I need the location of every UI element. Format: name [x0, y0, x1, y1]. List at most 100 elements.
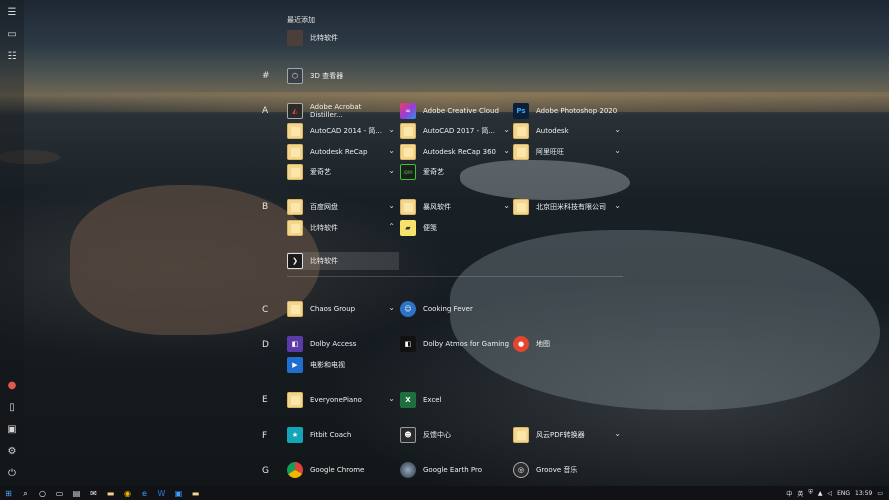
word-icon[interactable]: W [157, 489, 166, 498]
app-3d-viewer[interactable]: ⬡ 3D 查看器 [287, 67, 395, 85]
folder-bit-software[interactable]: 比特软件 ⌃ [287, 219, 395, 237]
chevron-down-icon[interactable]: ⌄ [614, 146, 621, 155]
app-fitbit-coach[interactable]: ★ Fitbit Coach [287, 426, 395, 444]
app-movies-tv[interactable]: ▶ 电影和电视 [287, 356, 395, 374]
app-taskbar-icon[interactable]: ▣ [174, 489, 183, 498]
search-icon[interactable]: ⌕ [21, 489, 30, 498]
hamburger-menu-icon[interactable]: ☰ [6, 7, 18, 19]
app-acrobat-distiller[interactable]: ◭ Adobe Acrobat Distiller... [287, 102, 395, 120]
app-label: 风云PDF转换器 [536, 431, 585, 439]
app-sticky-notes[interactable]: ▰ 便笺 [400, 219, 510, 237]
app-cooking-fever[interactable]: ☺ Cooking Fever [400, 300, 510, 318]
app-label: 地图 [536, 340, 550, 348]
app-label: 比特软件 [310, 257, 338, 265]
group-letter-b[interactable]: B [262, 202, 268, 212]
notification-icon[interactable]: ▭ [877, 490, 883, 497]
app-google-earth-pro[interactable]: Google Earth Pro [400, 461, 510, 479]
language-indicator[interactable]: ENG [837, 490, 850, 497]
chevron-down-icon[interactable]: ⌄ [503, 201, 510, 210]
group-letter-d[interactable]: D [262, 340, 269, 350]
pictures-icon[interactable]: ▣ [6, 424, 18, 436]
chevron-down-icon[interactable]: ⌄ [388, 201, 395, 210]
folder-autodesk[interactable]: Autodesk ⌄ [513, 122, 621, 140]
mail-icon[interactable]: ✉ [89, 489, 98, 498]
all-apps-list-icon[interactable]: ☷ [6, 51, 18, 63]
settings-gear-icon[interactable]: ⚙ [6, 446, 18, 458]
chevron-down-icon[interactable]: ⌄ [388, 166, 395, 175]
network-icon[interactable]: ▲ [818, 490, 823, 497]
power-icon[interactable]: ⏻ [6, 468, 18, 480]
group-letter-g[interactable]: G [262, 466, 269, 476]
folder-baidu-netdisk[interactable]: 百度网盘 ⌄ [287, 198, 395, 216]
app-label: Adobe Photoshop 2020 [536, 107, 618, 115]
folder-icon [287, 301, 303, 317]
chevron-down-icon[interactable]: ⌄ [388, 146, 395, 155]
folder-baofeng[interactable]: 暴风软件 ⌄ [400, 198, 510, 216]
volume-icon[interactable]: ◁ [827, 490, 832, 497]
folder-icon [287, 392, 303, 408]
chevron-down-icon[interactable]: ⌄ [614, 201, 621, 210]
chevron-down-icon[interactable]: ⌄ [503, 125, 510, 134]
folder-chaos-group[interactable]: Chaos Group ⌄ [287, 300, 395, 318]
documents-icon[interactable]: ▯ [6, 402, 18, 414]
edge-icon[interactable]: e [140, 489, 149, 498]
recent-item[interactable]: 比特软件 [287, 29, 395, 47]
ime-indicator[interactable]: 中 [786, 489, 792, 498]
tiles-view-icon[interactable]: ▭ [6, 29, 18, 41]
folder-beijing-tianmi[interactable]: 北京田米科技有限公司 ⌄ [513, 198, 621, 216]
task-view-icon[interactable]: ▭ [55, 489, 64, 498]
group-letter-c[interactable]: C [262, 305, 268, 315]
chevron-down-icon[interactable]: ⌄ [388, 394, 395, 403]
folder-aliwangwang[interactable]: 阿里旺旺 ⌄ [513, 143, 621, 161]
folder-taskbar-icon[interactable]: ▬ [191, 489, 200, 498]
app-photoshop[interactable]: Ps Adobe Photoshop 2020 [513, 102, 623, 120]
user-avatar-icon[interactable]: ● [6, 380, 18, 392]
dolby-atmos-icon: ◧ [400, 336, 416, 352]
group-letter-hash[interactable]: # [262, 71, 270, 81]
chevron-up-icon[interactable]: ⌃ [388, 222, 395, 231]
app-excel[interactable]: X Excel [400, 391, 510, 409]
folder-fengyun-pdf[interactable]: 风云PDF转换器 ⌄ [513, 426, 621, 444]
chrome-taskbar-icon[interactable]: ◉ [123, 489, 132, 498]
group-letter-a[interactable]: A [262, 106, 268, 116]
shield-icon[interactable]: ⛨ [808, 489, 813, 497]
group-letter-e[interactable]: E [262, 395, 268, 405]
folder-icon [400, 199, 416, 215]
folder-autodesk-recap[interactable]: Autodesk ReCap ⌄ [287, 143, 395, 161]
app-creative-cloud[interactable]: ∞ Adobe Creative Cloud [400, 102, 510, 120]
app-bit-software[interactable]: ❯ 比特软件 [287, 252, 399, 270]
chevron-down-icon[interactable]: ⌄ [614, 429, 621, 438]
app-iqiyi[interactable]: iQIYI 爱奇艺 [400, 163, 510, 181]
chevron-down-icon[interactable]: ⌄ [388, 125, 395, 134]
app-groove-music[interactable]: ◎ Groove 音乐 [513, 461, 621, 479]
ime-mode-indicator[interactable]: 英 [797, 489, 803, 498]
windows-start-icon[interactable]: ⊞ [4, 489, 13, 498]
chevron-down-icon[interactable]: ⌄ [614, 125, 621, 134]
app-maps[interactable]: ● 地图 [513, 335, 621, 353]
group-letter-f[interactable]: F [262, 431, 267, 441]
folder-iqiyi[interactable]: 爱奇艺 ⌄ [287, 163, 395, 181]
cortana-icon[interactable]: ○ [38, 489, 47, 498]
folder-autodesk-recap-360[interactable]: Autodesk ReCap 360 ⌄ [400, 143, 510, 161]
system-tray: 中 英 ⛨ ▲ ◁ ENG 13:59 ▭ [781, 486, 883, 500]
excel-icon: X [400, 392, 416, 408]
taskbar: ⊞ ⌕ ○ ▭ ▤ ✉ ▬ ◉ e W ▣ ▬ 中 英 ⛨ ▲ ◁ ENG 13… [0, 486, 889, 500]
clock-time[interactable]: 13:59 [855, 490, 872, 497]
app-feedback-hub[interactable]: ☻ 反馈中心 [400, 426, 510, 444]
app-google-chrome[interactable]: Google Chrome [287, 461, 395, 479]
feedback-hub-icon: ☻ [400, 427, 416, 443]
dolby-icon: ◧ [287, 336, 303, 352]
folder-autocad-2014[interactable]: AutoCAD 2014 - 简... ⌄ [287, 122, 395, 140]
chevron-down-icon[interactable]: ⌄ [503, 146, 510, 155]
store-icon[interactable]: ▤ [72, 489, 81, 498]
app-label: 阿里旺旺 [536, 148, 564, 156]
app-dolby-atmos-gaming[interactable]: ◧ Dolby Atmos for Gaming [400, 335, 512, 353]
app-label: 3D 查看器 [310, 72, 344, 80]
chevron-down-icon[interactable]: ⌄ [388, 303, 395, 312]
folder-everyonepiano[interactable]: EveryonePiano ⌄ [287, 391, 395, 409]
folder-autocad-2017[interactable]: AutoCAD 2017 - 简... ⌄ [400, 122, 510, 140]
app-label: Excel [423, 396, 442, 404]
file-explorer-icon[interactable]: ▬ [106, 489, 115, 498]
app-dolby-access[interactable]: ◧ Dolby Access [287, 335, 395, 353]
folder-icon [400, 144, 416, 160]
